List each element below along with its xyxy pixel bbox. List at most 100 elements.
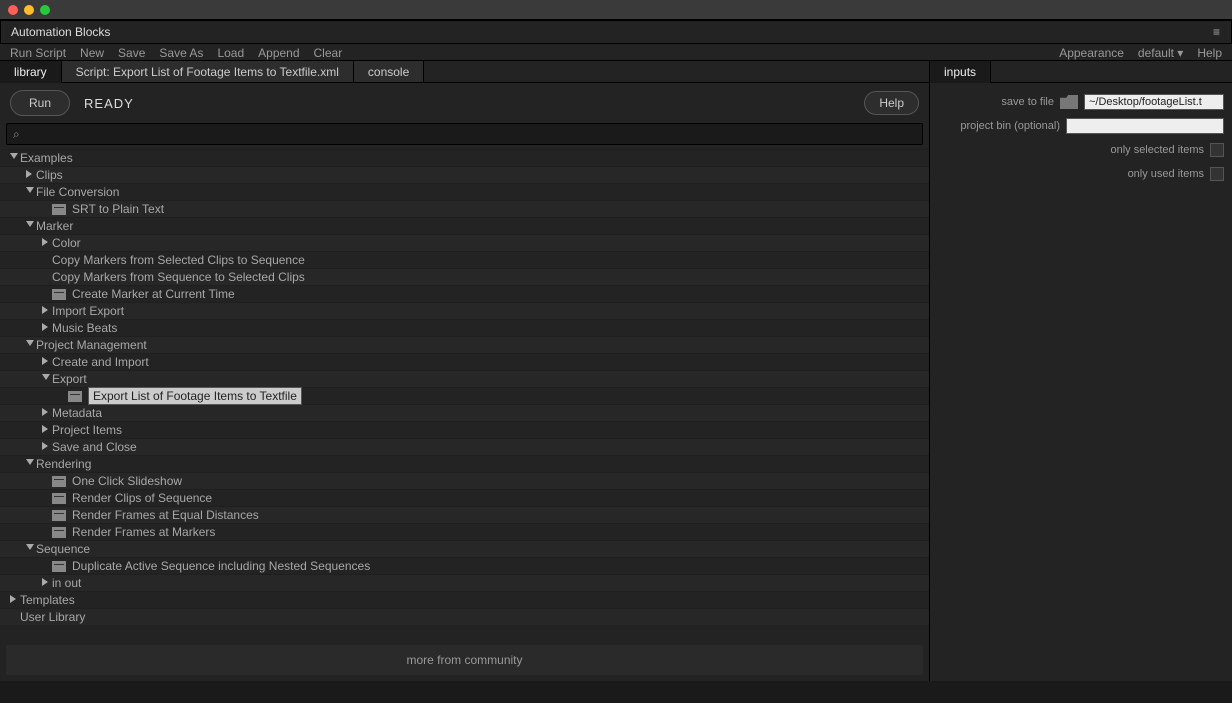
tree-row[interactable]: File Conversion <box>0 183 929 200</box>
minimize-window-icon[interactable] <box>24 5 34 15</box>
toolbar-clear[interactable]: Clear <box>314 46 343 60</box>
tree-label: Project Items <box>52 423 122 437</box>
checkbox-only-selected[interactable] <box>1210 143 1224 157</box>
tab-library[interactable]: library <box>0 61 62 83</box>
script-icon <box>52 527 66 538</box>
checkbox-only-used[interactable] <box>1210 167 1224 181</box>
label-only-selected: only selected items <box>938 144 1204 156</box>
tree-label: Music Beats <box>52 321 117 335</box>
tree-row[interactable]: Marker <box>0 217 929 234</box>
input-save-to-file[interactable] <box>1084 94 1224 110</box>
toolbar: Run Script New Save Save As Load Append … <box>0 44 1232 61</box>
tree-row[interactable]: Templates <box>0 591 929 608</box>
tree-row[interactable]: Export List of Footage Items to Textfile <box>0 387 929 404</box>
tree-row[interactable]: Export <box>0 370 929 387</box>
tree-row[interactable]: Project Management <box>0 336 929 353</box>
tree-label: Metadata <box>52 406 102 420</box>
tree-row[interactable]: User Library <box>0 608 929 625</box>
tab-script[interactable]: Script: Export List of Footage Items to … <box>62 61 354 82</box>
tree-row[interactable]: Project Items <box>0 421 929 438</box>
help-button[interactable]: Help <box>864 91 919 115</box>
tree-row[interactable]: Duplicate Active Sequence including Nest… <box>0 557 929 574</box>
search-row[interactable]: ⌕ <box>6 123 923 145</box>
tree-label: SRT to Plain Text <box>72 202 164 216</box>
tree-label: Duplicate Active Sequence including Nest… <box>72 559 370 573</box>
tree-row[interactable]: Sequence <box>0 540 929 557</box>
close-window-icon[interactable] <box>8 5 18 15</box>
script-icon <box>52 476 66 487</box>
run-button[interactable]: Run <box>10 90 70 116</box>
search-input[interactable] <box>26 127 916 141</box>
toolbar-load[interactable]: Load <box>217 46 244 60</box>
tree-row[interactable]: Examples <box>0 149 929 166</box>
tree-row[interactable]: Create and Import <box>0 353 929 370</box>
tree-label: Examples <box>20 151 73 165</box>
tree-row[interactable]: Music Beats <box>0 319 929 336</box>
tree-row[interactable]: Create Marker at Current Time <box>0 285 929 302</box>
toolbar-preset-dropdown[interactable]: default ▾ <box>1138 46 1183 60</box>
label-only-used: only used items <box>938 168 1204 180</box>
script-icon <box>68 391 82 402</box>
tree-label: Templates <box>20 593 75 607</box>
toolbar-save-as[interactable]: Save As <box>159 46 203 60</box>
tree-label: One Click Slideshow <box>72 474 182 488</box>
tree-row[interactable]: Rendering <box>0 455 929 472</box>
tab-console[interactable]: console <box>354 61 424 82</box>
panel-header: Automation Blocks ≡ <box>0 20 1232 44</box>
toolbar-appearance[interactable]: Appearance <box>1059 46 1124 60</box>
left-tabrow: library Script: Export List of Footage I… <box>0 61 929 83</box>
script-icon <box>52 561 66 572</box>
tree-row[interactable]: Copy Markers from Sequence to Selected C… <box>0 268 929 285</box>
toolbar-save[interactable]: Save <box>118 46 145 60</box>
toolbar-help[interactable]: Help <box>1197 46 1222 60</box>
tree-label: Clips <box>36 168 63 182</box>
tree-label: Rendering <box>36 457 91 471</box>
tree-row[interactable]: SRT to Plain Text <box>0 200 929 217</box>
panel-menu-icon[interactable]: ≡ <box>1213 25 1221 39</box>
tree-label: Render Frames at Markers <box>72 525 215 539</box>
window-titlebar <box>0 0 1232 20</box>
right-tabrow: inputs <box>930 61 1232 83</box>
label-save-to-file: save to file <box>938 96 1054 108</box>
tree-label: Copy Markers from Selected Clips to Sequ… <box>52 253 305 267</box>
tree-row[interactable]: Save and Close <box>0 438 929 455</box>
more-from-community-button[interactable]: more from community <box>6 645 923 675</box>
tree-row[interactable]: Import Export <box>0 302 929 319</box>
script-icon <box>52 289 66 300</box>
tree-row[interactable]: Color <box>0 234 929 251</box>
script-icon <box>52 510 66 521</box>
tree-label: Copy Markers from Sequence to Selected C… <box>52 270 305 284</box>
library-tree[interactable]: Examples Clips File Conversion SRT to Plain… <box>0 149 929 639</box>
tree-label: User Library <box>20 610 85 624</box>
tab-inputs[interactable]: inputs <box>930 61 991 83</box>
tree-label: Export List of Footage Items to Textfile <box>88 387 302 405</box>
tree-row[interactable]: Metadata <box>0 404 929 421</box>
tree-row[interactable]: Render Frames at Equal Distances <box>0 506 929 523</box>
tree-row[interactable]: Render Frames at Markers <box>0 523 929 540</box>
search-icon: ⌕ <box>13 127 20 142</box>
input-project-bin[interactable] <box>1066 118 1224 134</box>
tree-label: Render Clips of Sequence <box>72 491 212 505</box>
tree-row[interactable]: Copy Markers from Selected Clips to Sequ… <box>0 251 929 268</box>
tree-label: Export <box>52 372 87 386</box>
tree-label: Sequence <box>36 542 90 556</box>
toolbar-append[interactable]: Append <box>258 46 299 60</box>
tree-label: Marker <box>36 219 73 233</box>
label-project-bin: project bin (optional) <box>938 120 1060 132</box>
script-icon <box>52 493 66 504</box>
tree-label: Import Export <box>52 304 124 318</box>
tree-row[interactable]: Clips <box>0 166 929 183</box>
tree-label: Save and Close <box>52 440 137 454</box>
maximize-window-icon[interactable] <box>40 5 50 15</box>
tree-row[interactable]: in out <box>0 574 929 591</box>
folder-icon[interactable] <box>1060 95 1078 109</box>
tree-row[interactable]: Render Clips of Sequence <box>0 489 929 506</box>
tree-label: in out <box>52 576 81 590</box>
tree-label: Create and Import <box>52 355 149 369</box>
toolbar-run-script[interactable]: Run Script <box>10 46 66 60</box>
tree-label: File Conversion <box>36 185 119 199</box>
tree-label: Render Frames at Equal Distances <box>72 508 259 522</box>
tree-label: Project Management <box>36 338 147 352</box>
toolbar-new[interactable]: New <box>80 46 104 60</box>
tree-row[interactable]: One Click Slideshow <box>0 472 929 489</box>
